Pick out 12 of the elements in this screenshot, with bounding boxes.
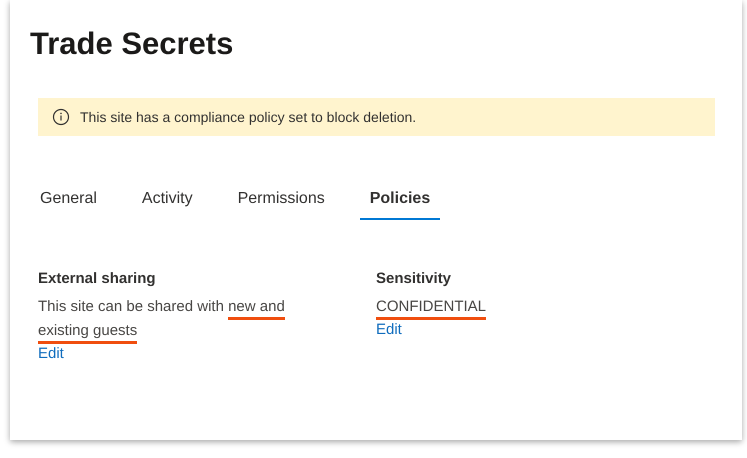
tab[interactable]: Permissions [228, 182, 335, 220]
tab[interactable]: General [30, 182, 107, 220]
tab[interactable]: Activity [132, 182, 203, 220]
edit-link[interactable]: Edit [376, 321, 402, 338]
edit-link[interactable]: Edit [38, 345, 64, 362]
tab[interactable]: Policies [360, 182, 440, 220]
info-icon [52, 108, 70, 126]
site-title: Trade Secrets [30, 26, 234, 62]
section-heading: External sharing [38, 270, 156, 287]
section-value: CONFIDENTIAL [376, 295, 666, 319]
section-heading: Sensitivity [376, 270, 452, 287]
banner-text: This site has a compliance policy set to block deletion. [80, 109, 416, 125]
